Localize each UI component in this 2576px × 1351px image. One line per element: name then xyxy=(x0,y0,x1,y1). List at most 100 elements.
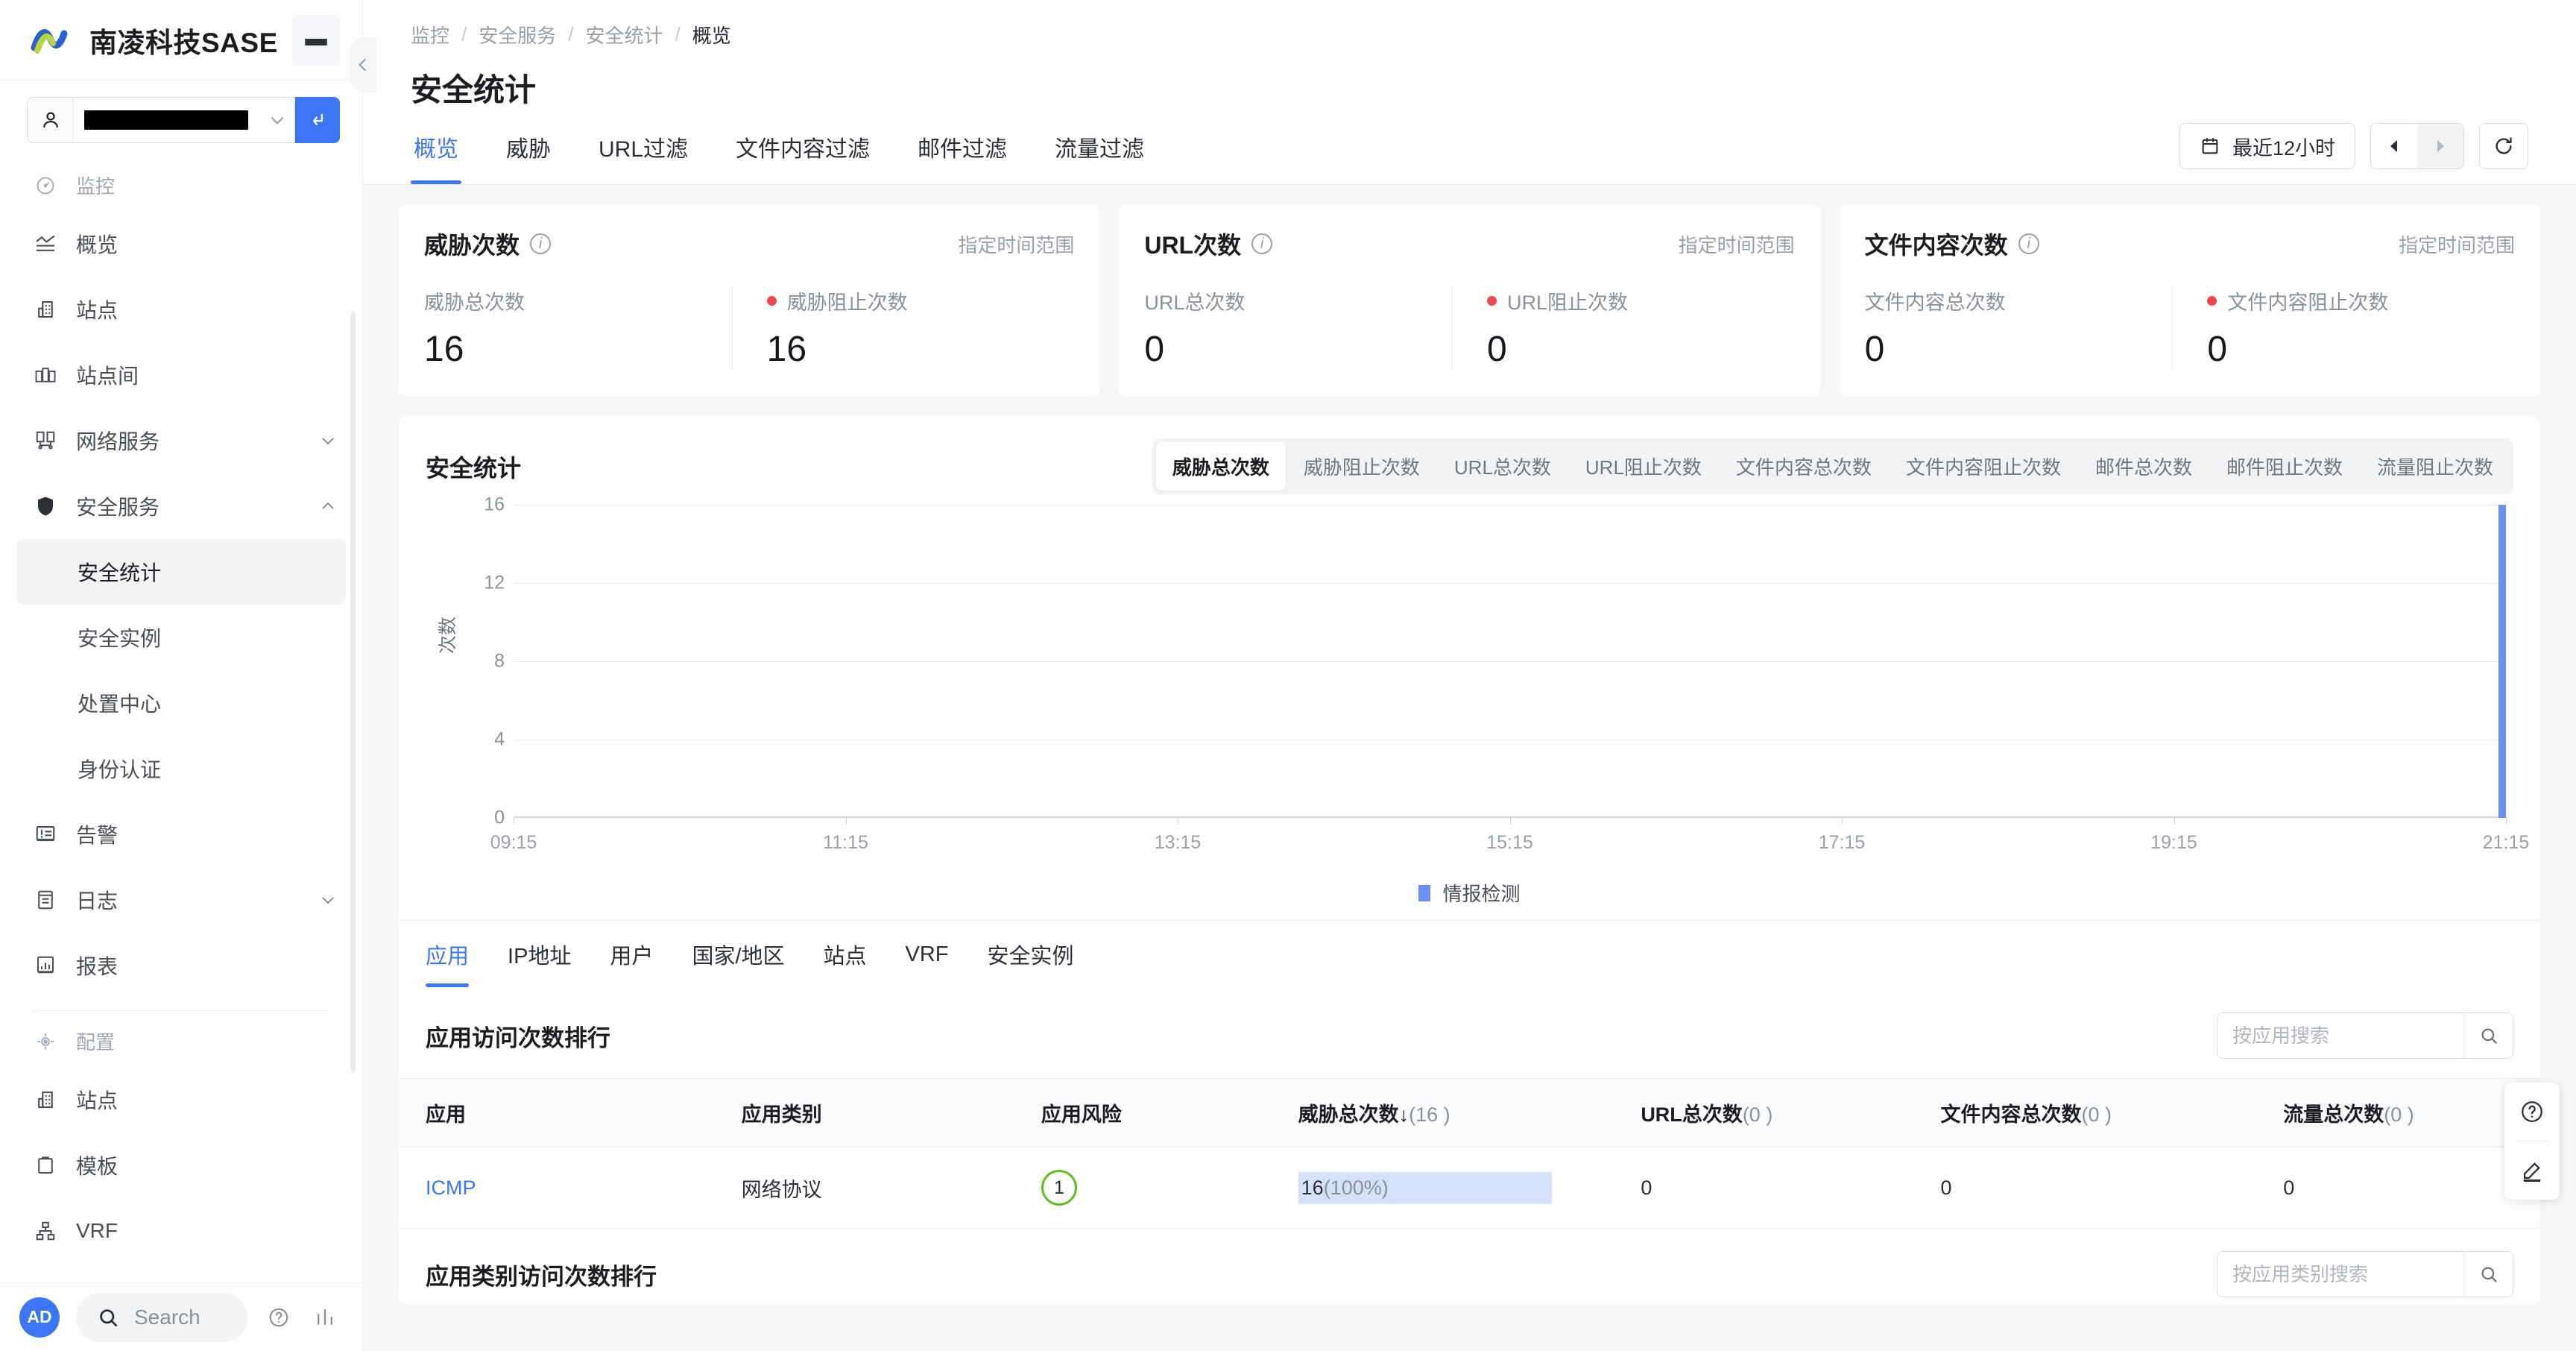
category-search-input[interactable] xyxy=(2217,1252,2463,1297)
sidebar-item-label: 安全实例 xyxy=(78,627,162,650)
tab-threat[interactable]: 威胁 xyxy=(503,110,554,184)
sidebar-item-vrf[interactable]: VRF xyxy=(0,1198,362,1264)
tab-file-content-filter[interactable]: 文件内容过滤 xyxy=(733,110,873,184)
sidebar-item-security-service[interactable]: 安全服务 xyxy=(0,473,362,539)
info-circle-icon[interactable]: i xyxy=(1251,233,1273,254)
col-file-total[interactable]: 文件内容总次数(0 ) xyxy=(1940,1078,2284,1147)
stat-card-title-wrap: 文件内容次数 i xyxy=(1865,227,2039,261)
breadcrumb-item[interactable]: 安全服务 xyxy=(479,21,556,48)
info-circle-icon[interactable]: i xyxy=(2018,233,2039,254)
sidebar-item-security-instance[interactable]: 安全实例 xyxy=(0,605,362,670)
seg-file-total[interactable]: 文件内容总次数 xyxy=(1720,442,1888,491)
sub-tab-application[interactable]: 应用 xyxy=(426,922,470,987)
sidebar-item-label: 模板 xyxy=(76,1155,119,1178)
chevron-left-icon[interactable] xyxy=(350,37,376,92)
buildings-icon xyxy=(33,362,58,388)
bar-chart-icon[interactable] xyxy=(310,1306,340,1329)
sub-tab-ip-address[interactable]: IP地址 xyxy=(508,922,571,987)
breadcrumb-item[interactable]: 安全统计 xyxy=(586,21,663,48)
pencil-icon[interactable] xyxy=(2504,1141,2560,1200)
app-link[interactable]: ICMP xyxy=(426,1177,476,1199)
tab-mail-filter[interactable]: 邮件过滤 xyxy=(915,110,1010,184)
chart-bar[interactable] xyxy=(2498,505,2506,818)
sidebar-item-logs[interactable]: 日志 xyxy=(0,867,362,933)
sub-tab-security-instance[interactable]: 安全实例 xyxy=(988,922,1074,987)
sidebar-item-alerts[interactable]: 告警 xyxy=(0,802,362,867)
stat-metric-value: 0 xyxy=(2207,330,2228,369)
seg-url-total[interactable]: URL总次数 xyxy=(1438,442,1568,491)
x-tick-mark xyxy=(1509,818,1511,825)
status-dot-icon xyxy=(766,296,777,306)
col-app-risk[interactable]: 应用风险 xyxy=(1041,1078,1298,1147)
sidebar-nav: 监控 概览 站点 站点间 网络服务 安全服务 安全统计 安全实例 处置中心 身份… xyxy=(0,155,362,1282)
seg-traffic-blocked[interactable]: 流量阻止次数 xyxy=(2361,442,2510,491)
x-tick-mark xyxy=(845,818,847,825)
col-traffic-total[interactable]: 流量总次数(0 ) xyxy=(2283,1078,2540,1147)
col-app[interactable]: 应用 xyxy=(399,1078,742,1147)
seg-mail-total[interactable]: 邮件总次数 xyxy=(2079,442,2209,491)
col-url-total[interactable]: URL总次数(0 ) xyxy=(1641,1078,1941,1147)
sidebar-item-identity-auth[interactable]: 身份认证 xyxy=(0,736,362,802)
tab-url-filter[interactable]: URL过滤 xyxy=(596,110,691,184)
server-icon xyxy=(33,428,58,453)
tab-overview[interactable]: 概览 xyxy=(411,110,461,184)
col-threat-total[interactable]: 威胁总次数↓(16 ) xyxy=(1298,1078,1641,1147)
sidebar-item-templates[interactable]: 模板 xyxy=(0,1133,362,1198)
time-range-button[interactable]: 最近12小时 xyxy=(2179,123,2355,169)
tenant-row xyxy=(0,81,362,155)
chart-title: 安全统计 xyxy=(426,454,522,482)
info-circle-icon[interactable]: i xyxy=(530,233,552,254)
col-app-category[interactable]: 应用类别 xyxy=(741,1078,1041,1147)
triangle-right-icon[interactable] xyxy=(2417,124,2463,169)
app-ranking-table: 应用 应用类别 应用风险 威胁总次数↓(16 ) URL总次数(0 ) 文件内容… xyxy=(399,1078,2540,1229)
chevron-down-icon[interactable] xyxy=(319,432,337,450)
sub-tab-user[interactable]: 用户 xyxy=(610,922,653,987)
col-label: 流量总次数 xyxy=(2283,1103,2384,1126)
hamburger-icon[interactable] xyxy=(292,14,340,66)
seg-url-blocked[interactable]: URL阻止次数 xyxy=(1569,442,1718,491)
sidebar-item-network-service[interactable]: 网络服务 xyxy=(0,408,362,473)
seg-mail-blocked[interactable]: 邮件阻止次数 xyxy=(2210,442,2359,491)
triangle-left-icon[interactable] xyxy=(2371,124,2417,169)
chevron-down-icon[interactable] xyxy=(319,891,337,909)
search-icon[interactable] xyxy=(2463,1013,2513,1058)
enter-arrow-icon[interactable] xyxy=(295,97,340,143)
help-circle-icon[interactable] xyxy=(264,1306,294,1329)
threat-pct: (100%) xyxy=(1323,1176,1389,1199)
stat-card-header: 威胁次数 i 指定时间范围 xyxy=(424,227,1074,261)
sub-tab-vrf[interactable]: VRF xyxy=(906,922,949,987)
seg-file-blocked[interactable]: 文件内容阻止次数 xyxy=(1890,442,2077,491)
nav-divider xyxy=(33,1010,329,1011)
legend-label[interactable]: 情报检测 xyxy=(1442,879,1520,907)
refresh-icon[interactable] xyxy=(2479,123,2528,169)
sidebar-item-overview[interactable]: 概览 xyxy=(0,211,362,277)
sub-tab-country-region[interactable]: 国家/地区 xyxy=(692,922,784,987)
search-icon[interactable] xyxy=(2463,1252,2513,1297)
x-tick-label: 11:15 xyxy=(823,832,868,853)
app-search-input[interactable] xyxy=(2217,1013,2463,1058)
sidebar-item-config-site[interactable]: 站点 xyxy=(0,1067,362,1133)
breadcrumb-item[interactable]: 监控 xyxy=(411,21,449,48)
tab-traffic-filter[interactable]: 流量过滤 xyxy=(1052,110,1147,184)
x-tick-label: 19:15 xyxy=(2150,832,2197,853)
tenant-select[interactable] xyxy=(27,97,295,143)
tab-bar: 概览 威胁 URL过滤 文件内容过滤 邮件过滤 流量过滤 最近12小时 xyxy=(363,110,2576,185)
sub-tab-site[interactable]: 站点 xyxy=(824,922,867,987)
stat-card-threat: 威胁次数 i 指定时间范围 威胁总次数 16 威胁阻止次数 16 xyxy=(399,204,1100,397)
chevron-down-icon[interactable] xyxy=(260,110,294,130)
seg-threat-blocked[interactable]: 威胁阻止次数 xyxy=(1287,442,1436,491)
seg-threat-total[interactable]: 威胁总次数 xyxy=(1155,442,1286,491)
stat-card-range-note: 指定时间范围 xyxy=(2398,233,2515,256)
search-input[interactable]: Search xyxy=(76,1292,247,1342)
help-circle-icon[interactable] xyxy=(2504,1083,2560,1141)
sidebar-item-inter-site[interactable]: 站点间 xyxy=(0,342,362,408)
sidebar-item-site[interactable]: 站点 xyxy=(0,277,362,342)
chevron-up-icon[interactable] xyxy=(319,497,337,515)
grid-line xyxy=(514,583,2506,584)
sidebar-scrollbar[interactable] xyxy=(350,312,356,1072)
sidebar-item-disposal-center[interactable]: 处置中心 xyxy=(0,670,362,736)
floating-help-dock xyxy=(2504,1083,2560,1200)
avatar[interactable]: AD xyxy=(19,1297,60,1338)
sidebar-item-security-stats[interactable]: 安全统计 xyxy=(16,539,346,605)
sidebar-item-reports[interactable]: 报表 xyxy=(0,933,362,998)
